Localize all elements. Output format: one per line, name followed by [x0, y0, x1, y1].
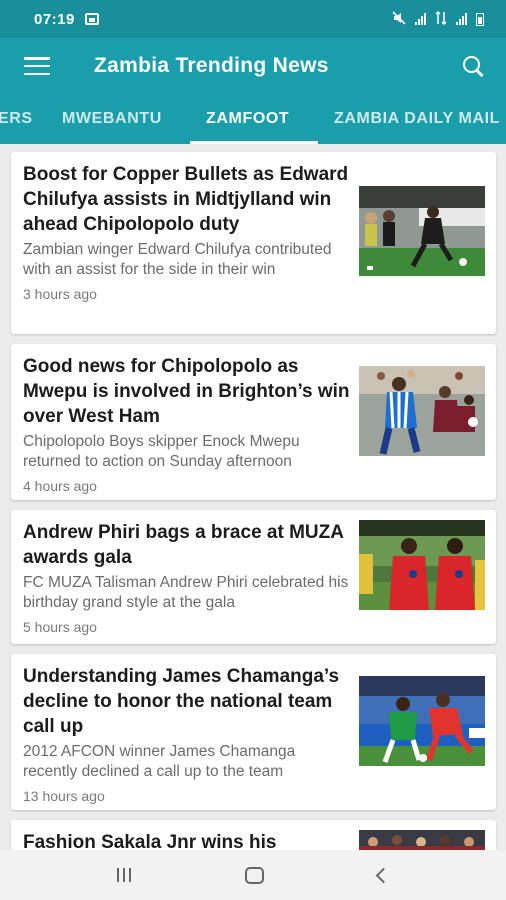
back-icon[interactable]	[375, 867, 392, 883]
recent-apps-icon[interactable]	[117, 868, 131, 882]
article-time: 4 hours ago	[23, 478, 97, 494]
article-time: 5 hours ago	[23, 619, 97, 635]
article-title: Fashion Sakala Jnr wins his	[23, 832, 277, 850]
tab-mwebantu[interactable]: MWEBANTU	[62, 94, 162, 144]
article-summary: Zambian winger Edward Chilufya contribut…	[23, 241, 332, 278]
article-card[interactable]: Good news for Chipolopolo as Mwepu is in…	[11, 344, 496, 500]
article-title: Andrew Phiri bags a brace at MUZA awards…	[23, 522, 344, 568]
article-title: Understanding James Chamanga’s decline t…	[23, 666, 340, 737]
article-thumbnail	[359, 676, 485, 766]
app-bar: Zambia Trending News	[0, 38, 506, 94]
app-title: Zambia Trending News	[94, 54, 329, 77]
signal-icon	[415, 13, 426, 25]
article-card[interactable]: Fashion Sakala Jnr wins his	[11, 820, 496, 850]
mute-icon	[392, 10, 406, 28]
article-title: Good news for Chipolopolo as Mwepu is in…	[23, 356, 350, 427]
signal-icon-2	[456, 13, 467, 25]
article-card[interactable]: Boost for Copper Bullets as Edward Chilu…	[11, 152, 496, 334]
article-time: 3 hours ago	[23, 286, 97, 302]
article-thumbnail	[359, 186, 485, 276]
article-card[interactable]: Understanding James Chamanga’s decline t…	[11, 654, 496, 810]
search-icon[interactable]	[460, 53, 486, 79]
tab-zamfoot[interactable]: ZAMFOOT	[206, 94, 289, 144]
article-summary: 2012 AFCON winner James Chamanga recentl…	[23, 743, 296, 780]
status-time: 07:19	[34, 10, 75, 28]
news-feed[interactable]: Boost for Copper Bullets as Edward Chilu…	[0, 144, 506, 850]
article-card[interactable]: Andrew Phiri bags a brace at MUZA awards…	[11, 510, 496, 644]
tab-bar: ERS MWEBANTU ZAMFOOT ZAMBIA DAILY MAIL	[0, 94, 506, 144]
article-time: 13 hours ago	[23, 788, 105, 804]
gallery-notification-icon	[84, 13, 99, 25]
tab-zambia-daily-mail[interactable]: ZAMBIA DAILY MAIL	[334, 94, 500, 144]
volte-icon	[435, 10, 447, 28]
status-bar: 07:19	[0, 0, 506, 38]
article-summary: FC MUZA Talisman Andrew Phiri celebrated…	[23, 574, 349, 611]
article-thumbnail	[359, 830, 485, 850]
article-summary: Chipolopolo Boys skipper Enock Mwepu ret…	[23, 433, 300, 470]
hamburger-menu-icon[interactable]	[24, 57, 50, 75]
home-icon[interactable]	[245, 866, 264, 884]
status-icons	[392, 10, 484, 28]
article-title: Boost for Copper Bullets as Edward Chilu…	[23, 164, 349, 235]
system-nav-bar	[0, 850, 506, 900]
article-thumbnail	[359, 366, 485, 456]
battery-icon	[476, 12, 484, 26]
tab-partial-left[interactable]: ERS	[0, 94, 33, 144]
article-thumbnail	[359, 520, 485, 610]
